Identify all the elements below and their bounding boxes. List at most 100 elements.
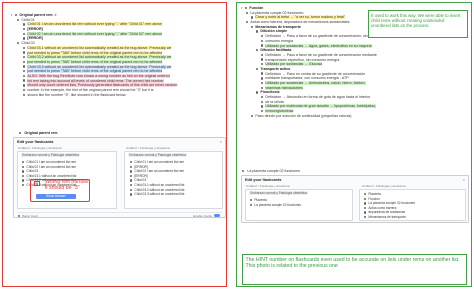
card-list-item: Placenta bbox=[250, 198, 267, 202]
bullet-icon[interactable] bbox=[23, 79, 26, 82]
left-card-parent-rem[interactable]: Original parent rem bbox=[19, 131, 58, 136]
bullet-icon[interactable] bbox=[23, 51, 26, 54]
bullet-icon bbox=[130, 193, 133, 196]
bullet-icon[interactable] bbox=[23, 74, 26, 78]
bullet-icon[interactable] bbox=[23, 46, 26, 50]
bullet-icon[interactable] bbox=[23, 93, 26, 96]
right-card-parent-rem[interactable]: La placenta cumple 02 funciones bbox=[242, 169, 300, 174]
bullet-icon[interactable] bbox=[261, 63, 264, 66]
bullet-icon[interactable] bbox=[261, 109, 264, 113]
doc-line[interactable]: Paso directo por solución de continuidad… bbox=[241, 114, 469, 119]
bullet-icon bbox=[19, 131, 22, 135]
bullet-icon[interactable] bbox=[261, 100, 264, 103]
question-left: Embarazo normal y Patología obstétrica bbox=[21, 153, 81, 158]
bullet-icon bbox=[22, 183, 25, 187]
card-list-item: La placenta cumple 02 funciones bbox=[250, 203, 301, 207]
tag-label[interactable]: # bbox=[55, 13, 57, 17]
breadcrumb-right[interactable]: Untitled > Fisiología y Anatomía bbox=[362, 184, 406, 188]
card-list-item: [ERROR] bbox=[130, 165, 148, 169]
question-right: Embarazo normal y Patología obstétrica bbox=[128, 153, 188, 158]
bullet-icon[interactable] bbox=[261, 44, 264, 47]
flashcard-header: Edit your flashcards bbox=[17, 140, 54, 144]
bullet-icon[interactable] bbox=[23, 60, 26, 64]
left-document: ▾ Original parent rem # Child 01 Child 01 I … bbox=[11, 13, 223, 97]
bullet-icon[interactable] bbox=[261, 34, 264, 38]
right-flashcard-editor: Edit your flashcards × Untitled > Fisiol… bbox=[241, 175, 469, 223]
bullet-icon[interactable] bbox=[256, 49, 259, 52]
bullet-icon[interactable] bbox=[261, 95, 264, 99]
bullet-icon[interactable] bbox=[23, 32, 26, 35]
bullet-icon bbox=[364, 197, 367, 200]
bullet-icon[interactable] bbox=[23, 84, 26, 87]
card-list-item: Child 03 bbox=[130, 178, 146, 182]
bullet-icon bbox=[130, 170, 133, 173]
bullet-icon[interactable] bbox=[261, 53, 264, 57]
card-list-item: Child 02 I am an unordered list rem bbox=[130, 169, 184, 173]
left-flashcard-editor: Edit your flashcards × Untitled > Fisiol… bbox=[13, 137, 226, 218]
close-icon[interactable]: × bbox=[220, 139, 222, 144]
bullet-icon[interactable] bbox=[256, 67, 259, 71]
card-type-icon bbox=[18, 214, 21, 218]
bullet-icon bbox=[130, 179, 133, 182]
bullet-icon[interactable] bbox=[256, 91, 259, 94]
bullet-icon[interactable] bbox=[23, 56, 26, 59]
bullet-icon[interactable] bbox=[23, 65, 26, 68]
doc-line[interactable]: shown like the number "5", like showed i… bbox=[11, 93, 223, 98]
bullet-icon[interactable] bbox=[17, 41, 20, 45]
hint-annotation: Wrong hint number, it should be "3" bbox=[45, 179, 91, 191]
bullet-icon bbox=[22, 165, 25, 168]
bullet-icon[interactable] bbox=[251, 114, 254, 118]
bullet-icon bbox=[130, 165, 133, 168]
enable-cards-label: Enable Cards bbox=[193, 214, 212, 218]
bullet-icon[interactable] bbox=[246, 20, 249, 24]
bullet-icon bbox=[250, 203, 253, 206]
bullet-icon[interactable] bbox=[251, 25, 254, 28]
flashcard-header: Edit your flashcards bbox=[245, 178, 282, 182]
bullet-icon[interactable] bbox=[261, 81, 264, 85]
card-type-select[interactable]: Basic Card bbox=[18, 214, 38, 218]
close-icon[interactable]: × bbox=[463, 177, 465, 182]
bullet-icon bbox=[364, 211, 367, 214]
bullet-icon[interactable] bbox=[261, 72, 264, 75]
bullet-icon[interactable] bbox=[246, 11, 249, 14]
card-list-item: Child 03.1 without an unordered list bbox=[130, 183, 184, 187]
flashcard-footer: Basic Card Enable Cards bbox=[17, 212, 222, 218]
bullet-icon[interactable] bbox=[261, 105, 264, 108]
bullet-icon[interactable] bbox=[261, 77, 264, 80]
card-list-item: La placenta cumple 02 funciones bbox=[364, 201, 415, 205]
card-list-item: Child 02 I am an unordered list rem bbox=[22, 165, 76, 169]
bullet-icon bbox=[364, 202, 367, 205]
bullet-icon[interactable] bbox=[23, 27, 26, 31]
card-list-item: Mecanismos de transporte bbox=[364, 215, 406, 219]
bullet-icon[interactable] bbox=[256, 30, 259, 33]
bullet-icon bbox=[22, 179, 25, 182]
card-list-item: depuradora de sustancias bbox=[364, 210, 405, 214]
bullet-icon[interactable] bbox=[15, 13, 18, 17]
bullet-icon bbox=[130, 188, 133, 191]
note-bottom: The HINT number on flashcards even used … bbox=[242, 254, 467, 285]
card-list-item: Child 03.3 without an unordered list bbox=[130, 192, 184, 196]
bullet-icon bbox=[250, 198, 253, 202]
bullet-icon[interactable] bbox=[23, 23, 26, 26]
bullet-icon bbox=[364, 192, 367, 196]
bullet-icon bbox=[130, 183, 133, 187]
bullet-icon bbox=[22, 170, 25, 173]
bullet-icon bbox=[22, 160, 25, 164]
breadcrumb-left[interactable]: Untitled > Fisiología y Anatomía bbox=[246, 184, 290, 188]
card-list-item: Función bbox=[364, 197, 380, 201]
card-list-item: [ERROR] bbox=[130, 174, 148, 178]
enable-cards-toggle[interactable] bbox=[214, 214, 220, 217]
bullet-icon[interactable] bbox=[245, 6, 248, 10]
bullet-icon[interactable] bbox=[17, 18, 20, 21]
bullet-icon[interactable] bbox=[251, 16, 254, 19]
bullet-icon[interactable] bbox=[23, 37, 26, 40]
left-screenshot-panel: ▾ Original parent rem # Child 01 Child 01 I … bbox=[2, 2, 227, 287]
bullet-icon[interactable] bbox=[261, 39, 264, 43]
bullet-icon[interactable] bbox=[261, 86, 264, 89]
bullet-icon[interactable] bbox=[261, 58, 264, 61]
bullet-icon[interactable] bbox=[23, 88, 26, 92]
breadcrumb-left[interactable]: Untitled > Fisiología y Anatomía bbox=[18, 146, 62, 150]
card-list-item: Child 01 I am an unordered list rem bbox=[22, 160, 76, 164]
bullet-icon[interactable] bbox=[23, 70, 26, 73]
breadcrumb-right[interactable]: Untitled > Fisiología y Anatomía bbox=[126, 146, 170, 150]
